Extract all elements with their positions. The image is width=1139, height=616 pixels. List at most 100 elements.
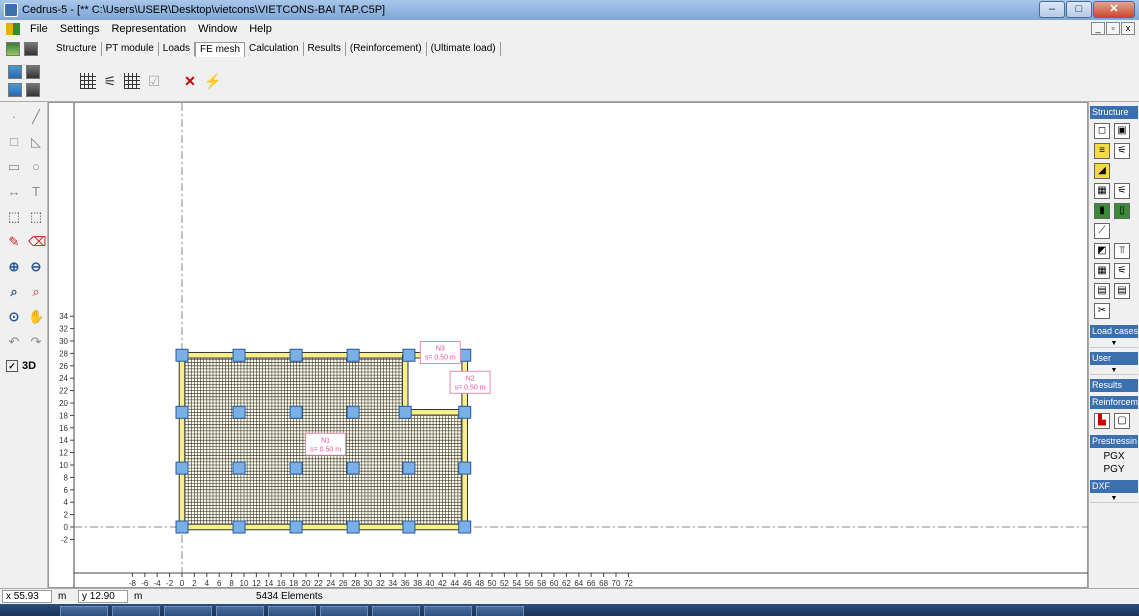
column[interactable]	[175, 520, 189, 534]
column[interactable]	[346, 348, 360, 362]
column-icon[interactable]: ▣	[1114, 123, 1130, 139]
rectangle-icon[interactable]: □	[6, 134, 22, 149]
bar-chart-icon[interactable]: ▙	[1094, 413, 1110, 429]
pencil-icon[interactable]: ✎	[6, 234, 22, 250]
column[interactable]	[458, 520, 472, 534]
zoom-out-icon[interactable]: ⊖	[28, 259, 44, 275]
taskbar-item[interactable]	[424, 606, 472, 616]
export-icon[interactable]	[26, 82, 40, 97]
taskbar-item[interactable]	[112, 606, 160, 616]
redo-icon[interactable]: ↷	[28, 334, 44, 350]
load-cases-dropdown-icon[interactable]: ▼	[1090, 340, 1138, 348]
structure-section-header[interactable]: Structure	[1090, 106, 1138, 119]
pan-icon[interactable]: ✋	[28, 309, 44, 325]
dxf-header[interactable]: DXF	[1090, 480, 1138, 493]
column[interactable]	[175, 461, 189, 475]
beam-options-icon[interactable]: ⚟	[1114, 143, 1130, 159]
column[interactable]	[402, 348, 416, 362]
scissors-icon[interactable]: ✂	[1094, 303, 1110, 319]
mdi-close-button[interactable]: x	[1121, 22, 1135, 35]
taskbar-item[interactable]	[164, 606, 212, 616]
maximize-button[interactable]: □	[1066, 1, 1092, 18]
select-icon[interactable]: ⬚	[6, 209, 22, 225]
taskbar-item[interactable]	[60, 606, 108, 616]
support-options-icon[interactable]: ▯	[1114, 203, 1130, 219]
tab-calculation[interactable]: Calculation	[245, 42, 304, 56]
tab-results[interactable]: Results	[304, 42, 346, 56]
text-icon[interactable]: T	[28, 184, 44, 199]
print-icon[interactable]	[24, 42, 38, 56]
beam[interactable]	[404, 409, 466, 416]
eraser-icon[interactable]: ⌫	[28, 234, 46, 250]
load-cases-header[interactable]: Load cases	[1090, 325, 1138, 338]
column[interactable]	[232, 348, 246, 362]
column[interactable]	[175, 405, 189, 419]
dxf-dropdown-icon[interactable]: ▼	[1090, 495, 1138, 503]
beam[interactable]	[401, 354, 409, 413]
menu-representation[interactable]: Representation	[105, 23, 192, 35]
beam[interactable]	[181, 523, 466, 531]
prestressing-header[interactable]: Prestressin	[1090, 435, 1138, 448]
mesh-grid-icon[interactable]: ▦	[1094, 263, 1110, 279]
menu-file[interactable]: File	[24, 23, 54, 35]
minimize-button[interactable]: –	[1039, 1, 1065, 18]
point-icon[interactable]: ·	[6, 109, 22, 124]
taskbar-item[interactable]	[216, 606, 264, 616]
support-icon[interactable]: ▮	[1094, 203, 1110, 219]
print-preview-icon[interactable]	[26, 64, 40, 79]
select-all-icon[interactable]: ⬚	[28, 209, 44, 225]
table-options-icon[interactable]: ▤	[1114, 283, 1130, 299]
column[interactable]	[346, 520, 360, 534]
column[interactable]	[232, 405, 246, 419]
wall-icon[interactable]: ◢	[1094, 163, 1110, 179]
mdi-minimize-button[interactable]: _	[1091, 22, 1105, 35]
taskbar-item[interactable]	[372, 606, 420, 616]
tab-loads[interactable]: Loads	[159, 42, 196, 56]
refine-mesh-icon[interactable]	[124, 72, 140, 89]
pgx-button[interactable]: PGX	[1089, 450, 1139, 463]
column[interactable]	[175, 348, 189, 362]
mdi-restore-button[interactable]: ▫	[1106, 22, 1120, 35]
close-button[interactable]: ✕	[1093, 1, 1135, 18]
column[interactable]	[232, 461, 246, 475]
zoom-window-icon[interactable]: ⌕	[6, 284, 22, 300]
zoom-previous-icon[interactable]: ⊙	[6, 309, 22, 325]
column[interactable]	[398, 405, 412, 419]
reinforcement-header[interactable]: Reinforcem	[1090, 396, 1138, 409]
generate-mesh-icon[interactable]	[80, 72, 96, 89]
view-3d-toggle[interactable]: ✓ 3D	[6, 360, 47, 372]
column[interactable]	[458, 405, 472, 419]
new-icon[interactable]	[6, 42, 20, 56]
section-icon[interactable]: ◩	[1094, 243, 1110, 259]
grid-options-icon[interactable]: ⚟	[1114, 183, 1130, 199]
menu-window[interactable]: Window	[192, 23, 243, 35]
mesh-options-icon[interactable]: ⚟	[102, 73, 118, 89]
taskbar-item[interactable]	[476, 606, 524, 616]
polygon-icon[interactable]: ◺	[28, 134, 44, 150]
save-as-icon[interactable]	[8, 82, 22, 97]
tab-ultimate-load[interactable]: (Ultimate load)	[427, 42, 501, 56]
save-icon[interactable]	[8, 64, 22, 79]
line-icon[interactable]: ╱	[28, 109, 44, 125]
menu-settings[interactable]: Settings	[54, 23, 106, 35]
delete-mesh-icon[interactable]: ✕	[182, 73, 198, 89]
tab-structure[interactable]: Structure	[52, 42, 102, 56]
tab-fe-mesh[interactable]: FE mesh	[195, 41, 246, 57]
check-mesh-icon[interactable]: ☑	[146, 73, 162, 89]
taskbar-item[interactable]	[320, 606, 368, 616]
column[interactable]	[289, 405, 303, 419]
beam-icon[interactable]: ≡	[1094, 143, 1110, 159]
zoom-in-icon[interactable]: ⊕	[6, 259, 22, 275]
section-options-icon[interactable]: ⫪	[1114, 243, 1130, 259]
column[interactable]	[402, 520, 416, 534]
fe-mesh-drawing[interactable]: 3432302826242220181614121086420-2-8 -6 -4-…	[49, 103, 1089, 589]
menu-help[interactable]: Help	[243, 23, 278, 35]
hole-icon[interactable]: ▭	[6, 159, 22, 175]
mesh-calc-icon[interactable]: ⚡	[204, 73, 221, 89]
column[interactable]	[402, 461, 416, 475]
user-dropdown-icon[interactable]: ▼	[1090, 367, 1138, 375]
plate-icon[interactable]: ◻	[1094, 123, 1110, 139]
dimension-icon[interactable]: ↔	[6, 184, 22, 199]
undo-icon[interactable]: ↶	[6, 334, 22, 350]
drawing-canvas[interactable]: 34 32 30 28 26 24 22 20 18 16 14 12 10 8 6 4 2 0 -2 -8 -6 -4-…	[48, 102, 1089, 589]
